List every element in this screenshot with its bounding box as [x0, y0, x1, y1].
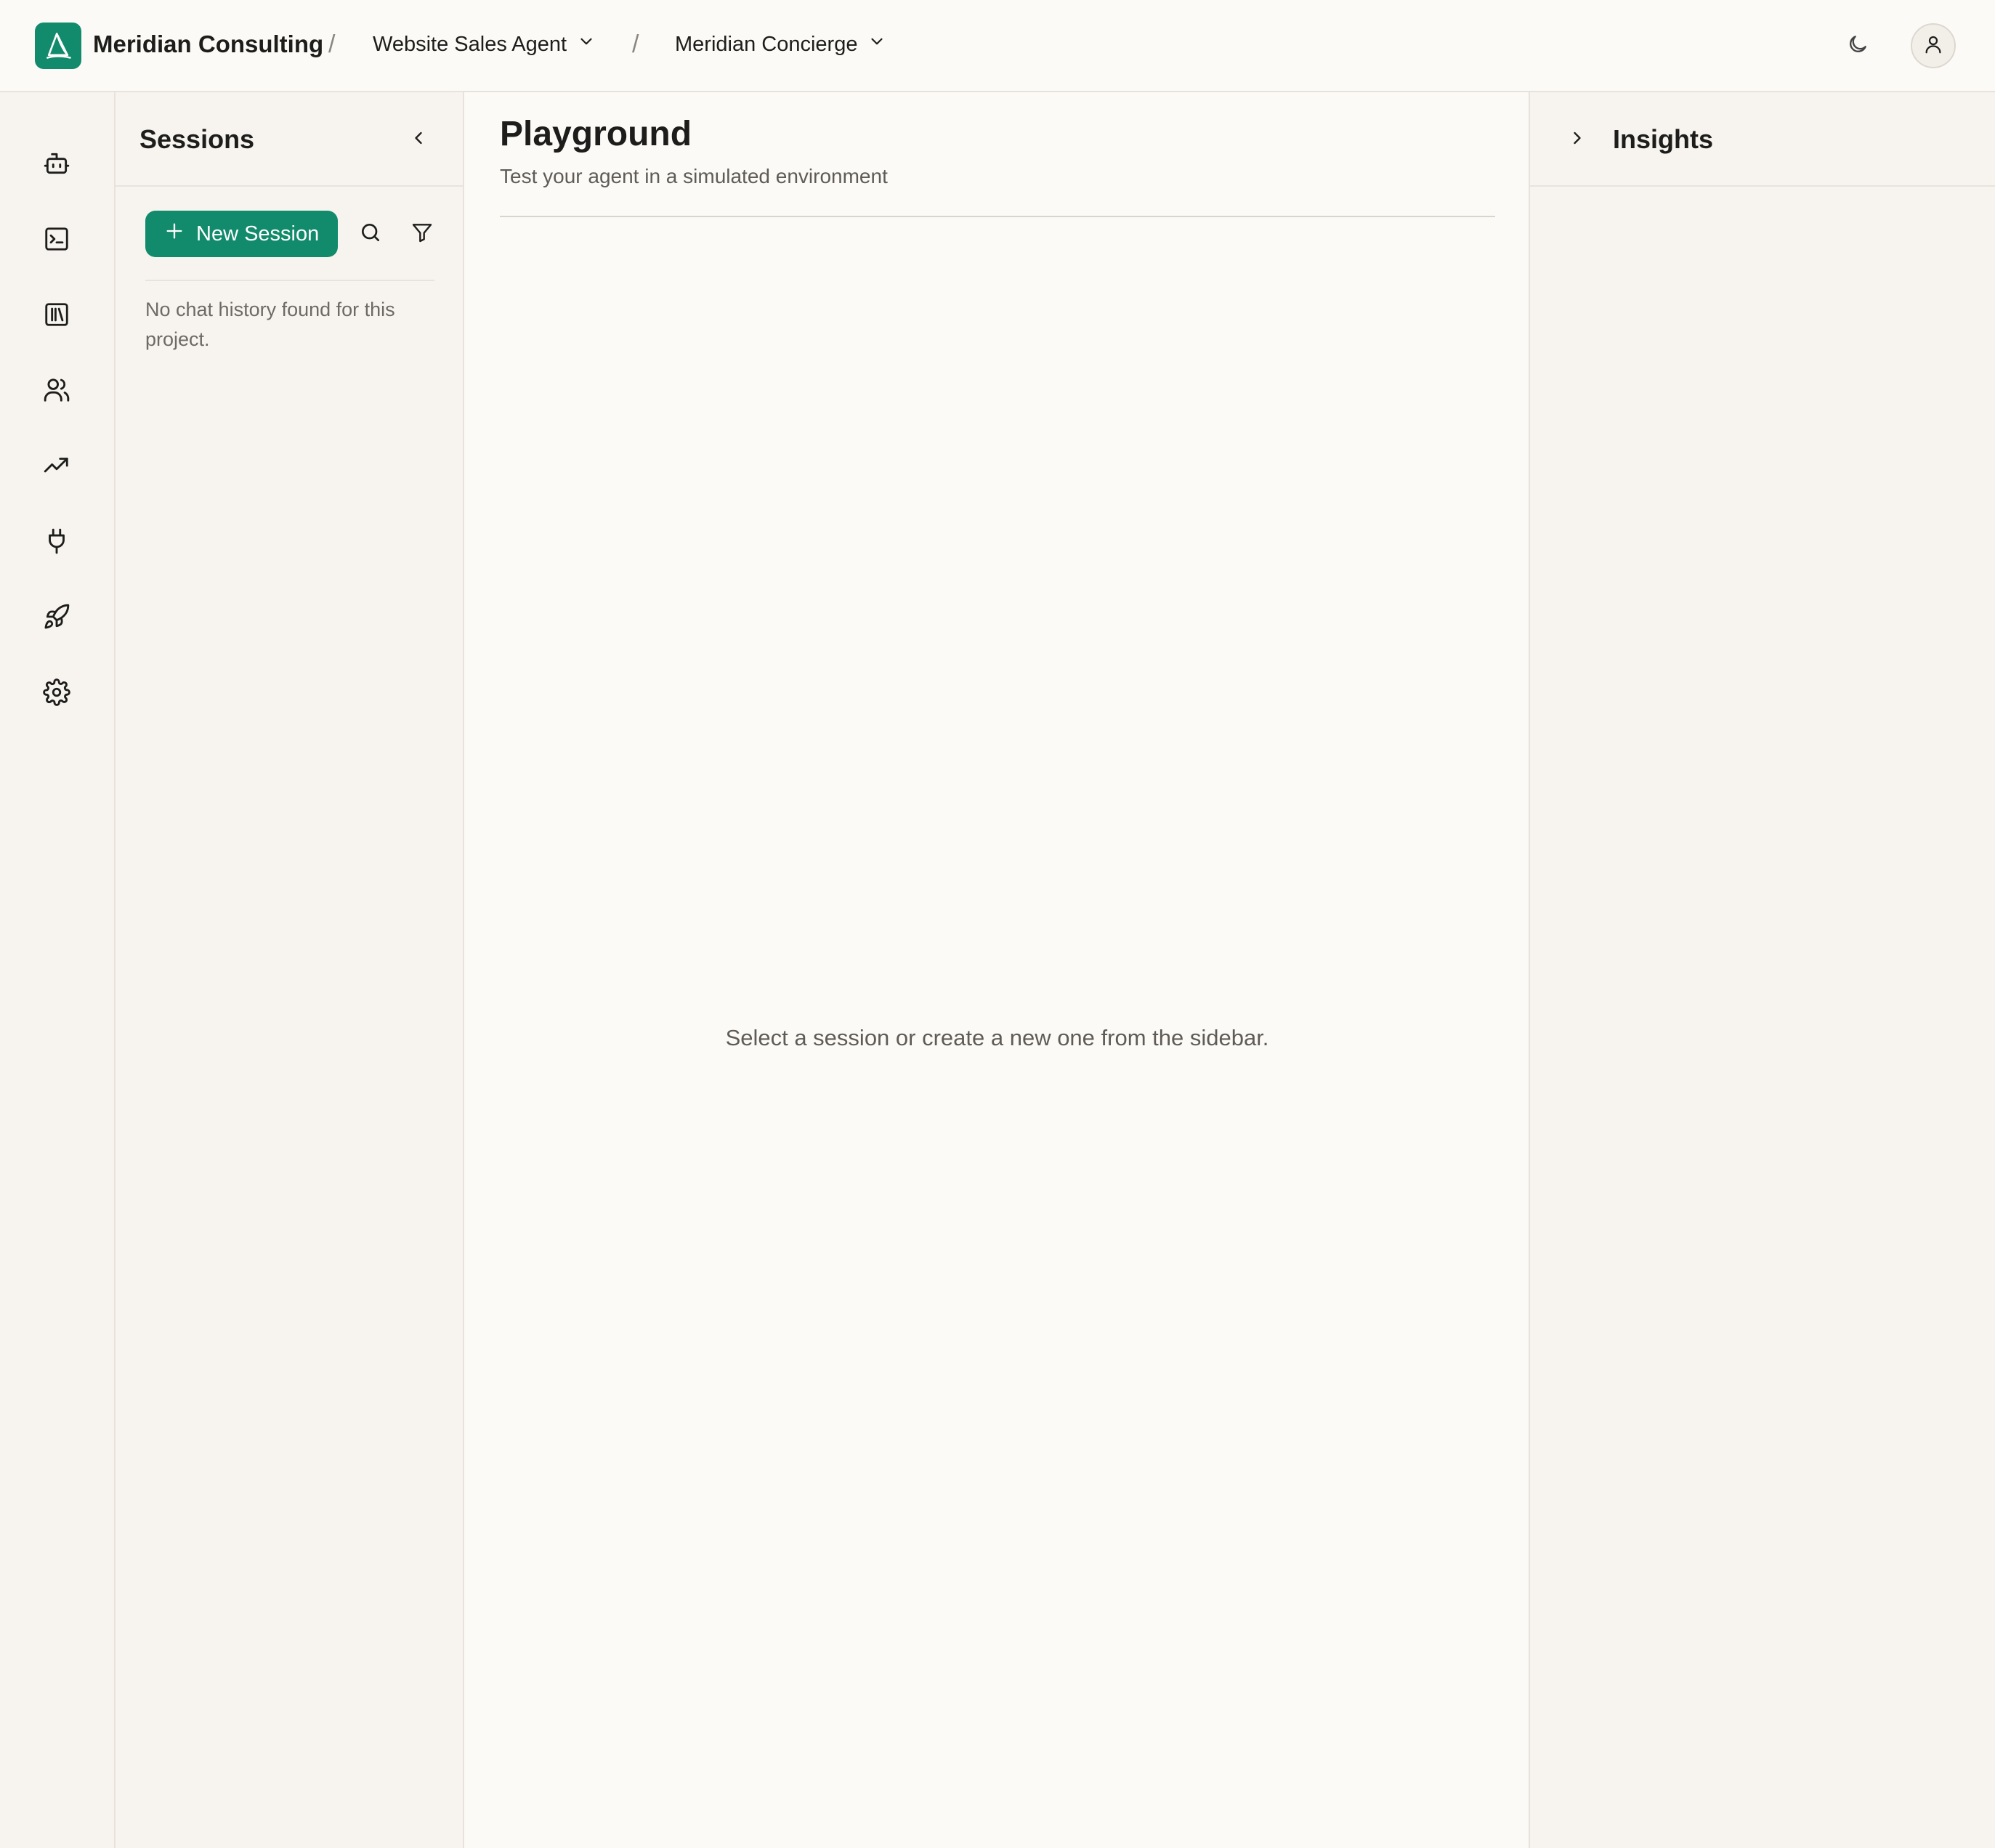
breadcrumb-separator: /	[632, 31, 639, 58]
project-selector[interactable]: Meridian Concierge	[675, 32, 886, 57]
nav-item-users[interactable]	[33, 368, 80, 415]
insights-title: Insights	[1613, 124, 1714, 154]
main-divider	[500, 216, 1495, 217]
insights-header: Insights	[1530, 92, 1995, 187]
bot-icon	[43, 150, 70, 181]
chevron-left-icon	[408, 128, 429, 152]
chevron-right-icon	[1567, 128, 1587, 152]
empty-history-message: No chat history found for this project.	[145, 299, 395, 350]
top-bar: Meridian Consulting / Website Sales Agen…	[0, 0, 1995, 92]
user-avatar-button[interactable]	[1911, 23, 1956, 68]
terminal-icon	[43, 225, 70, 256]
brand-name[interactable]: Meridian Consulting	[93, 31, 323, 58]
agent-selector[interactable]: Website Sales Agent	[373, 32, 596, 57]
filter-icon	[410, 221, 434, 248]
project-selector-label: Meridian Concierge	[675, 32, 858, 56]
nav-item-settings[interactable]	[33, 670, 80, 717]
trending-up-icon	[43, 452, 70, 483]
new-session-button[interactable]: New Session	[145, 211, 338, 257]
theme-toggle-button[interactable]	[1840, 28, 1876, 64]
page-title: Playground	[500, 115, 692, 153]
playground-main: Playground Test your agent in a simulate…	[464, 92, 1530, 1848]
rocket-icon	[43, 603, 70, 634]
collapse-sessions-button[interactable]	[400, 121, 437, 158]
sessions-panel: Sessions New Session No chat history fou…	[116, 92, 464, 1848]
expand-insights-button[interactable]	[1559, 121, 1595, 158]
nav-item-library[interactable]	[33, 293, 80, 339]
page-subtitle: Test your agent in a simulated environme…	[500, 165, 888, 187]
nav-item-analytics[interactable]	[33, 444, 80, 490]
insights-panel: Insights	[1530, 92, 1995, 1848]
chevron-down-icon	[867, 32, 886, 57]
new-session-label: New Session	[196, 222, 320, 246]
library-icon	[43, 301, 70, 332]
chevron-down-icon	[577, 32, 596, 57]
nav-item-integrations[interactable]	[33, 519, 80, 566]
moon-icon	[1846, 33, 1869, 60]
nav-item-playground[interactable]	[33, 217, 80, 264]
nav-item-agents[interactable]	[33, 142, 80, 188]
sessions-header: Sessions	[116, 92, 463, 187]
users-icon	[43, 376, 70, 408]
filter-sessions-button[interactable]	[405, 216, 440, 251]
breadcrumb-separator: /	[328, 31, 336, 58]
sessions-divider	[145, 280, 434, 281]
user-icon	[1922, 33, 1944, 59]
gear-icon	[43, 678, 70, 710]
app: Meridian Consulting / Website Sales Agen…	[0, 0, 1995, 1848]
left-nav	[0, 92, 116, 1848]
plus-icon	[164, 221, 185, 247]
search-sessions-button[interactable]	[353, 216, 388, 251]
sessions-title: Sessions	[139, 124, 255, 154]
plug-icon	[43, 527, 70, 559]
nav-item-deploy[interactable]	[33, 595, 80, 641]
empty-state-message: Select a session or create a new one fro…	[725, 1025, 1269, 1050]
sailboat-logo-icon[interactable]	[35, 23, 81, 69]
agent-selector-label: Website Sales Agent	[373, 32, 567, 56]
search-icon	[359, 221, 382, 248]
